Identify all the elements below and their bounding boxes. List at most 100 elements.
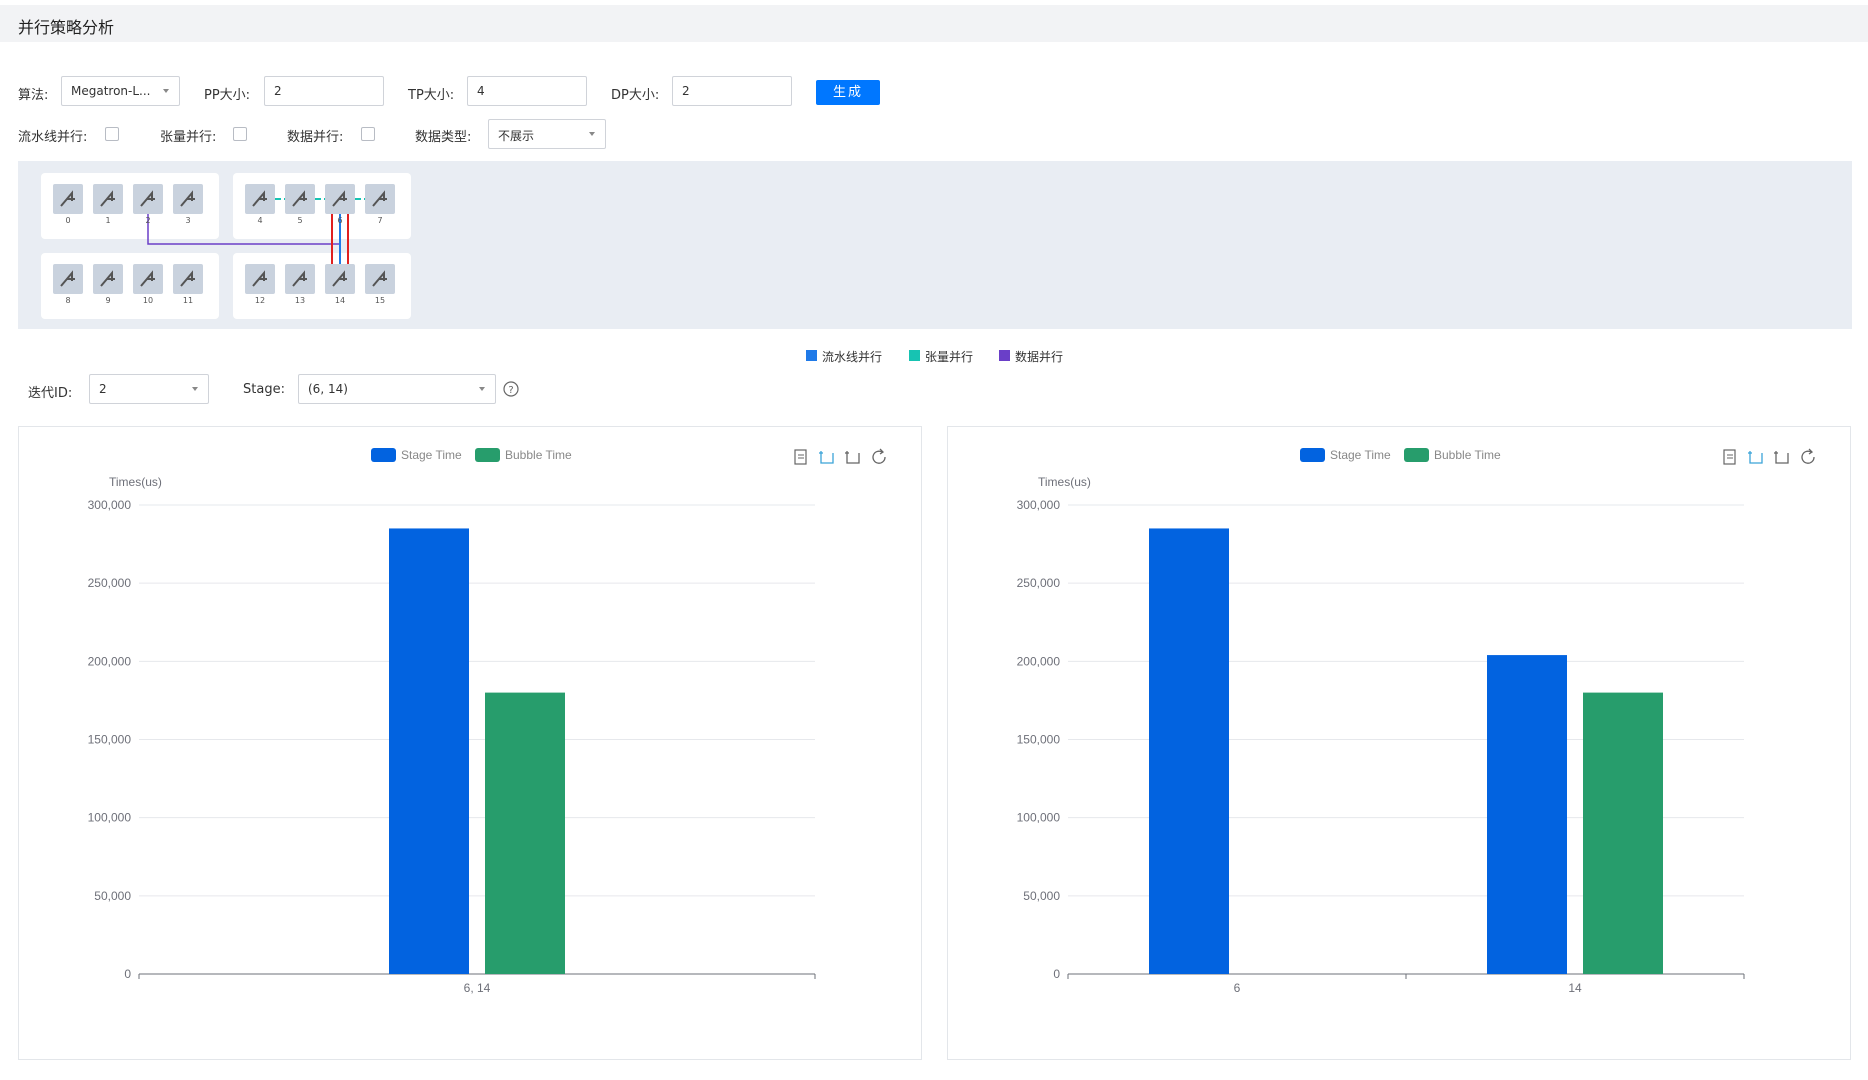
dp-size-value: 2 [682, 84, 690, 98]
device-4[interactable] [245, 184, 275, 214]
generate-button[interactable]: 生成 [816, 80, 880, 105]
tensor-parallel-label: 张量并行: [160, 130, 217, 145]
chevron-down-icon [163, 89, 169, 93]
chip-icon [140, 190, 155, 207]
algorithm-select[interactable]: Megatron-L... [61, 76, 180, 106]
chart-panel-left: 300,000 250,000 200,000 150,000 100,000 50,00… [18, 426, 922, 1060]
legend-label-tensor: 张量并行 [925, 350, 974, 364]
device-label: 0 [65, 216, 71, 225]
pp-size-input[interactable]: 2 [264, 76, 384, 106]
device-9[interactable] [93, 264, 123, 294]
data-view-icon[interactable] [1723, 449, 1736, 465]
iteration-id-select[interactable]: 2 [89, 374, 209, 404]
device-2[interactable] [133, 184, 163, 214]
chevron-down-icon [589, 132, 595, 136]
data-parallel-checkbox[interactable] [361, 127, 375, 141]
device-14[interactable] [325, 264, 355, 294]
chip-icon [100, 190, 115, 207]
y-tick-label: 200,000 [88, 654, 132, 668]
question-circle-icon[interactable]: ? [503, 381, 519, 397]
legend-label[interactable]: Bubble Time [1434, 448, 1501, 462]
device-0[interactable] [53, 184, 83, 214]
pp-size-label: PP大小: [204, 88, 251, 103]
data-type-select[interactable]: 不展示 [488, 119, 606, 149]
bar-stage-time[interactable] [1149, 528, 1229, 974]
device-15[interactable] [365, 264, 395, 294]
legend-label[interactable]: Stage Time [401, 448, 462, 462]
tensor-parallel-checkbox[interactable] [233, 127, 247, 141]
device-label: 15 [374, 296, 386, 305]
chart-panel-right: 300,000 250,000 200,000 150,000 100,000 50,00… [947, 426, 1851, 1060]
device-11[interactable] [173, 264, 203, 294]
device-label: 13 [294, 296, 306, 305]
legend-swatch[interactable] [1300, 448, 1325, 462]
legend-swatch[interactable] [1404, 448, 1429, 462]
chip-icon [60, 270, 75, 287]
data-parallel-label: 数据并行: [287, 130, 344, 145]
y-tick-label: 0 [1053, 967, 1060, 981]
dp-size-input[interactable]: 2 [672, 76, 792, 106]
refresh-icon[interactable] [872, 448, 886, 464]
device-13[interactable] [285, 264, 315, 294]
zoom-reset-icon[interactable] [1774, 451, 1789, 464]
legend-label-pipeline: 流水线并行 [822, 350, 883, 364]
chip-icon [292, 270, 307, 287]
zoom-reset-icon[interactable] [845, 451, 860, 464]
chevron-down-icon [479, 387, 485, 391]
device-7[interactable] [365, 184, 395, 214]
chip-icon [60, 190, 75, 207]
chip-icon [332, 270, 347, 287]
dp-size-label: DP大小: [611, 88, 660, 103]
y-tick-label: 250,000 [1017, 576, 1061, 590]
device-12[interactable] [245, 264, 275, 294]
bar-stage-time[interactable] [389, 528, 469, 974]
device-1[interactable] [93, 184, 123, 214]
device-8[interactable] [53, 264, 83, 294]
device-10[interactable] [133, 264, 163, 294]
pipeline-parallel-checkbox[interactable] [105, 127, 119, 141]
tp-size-value: 4 [477, 84, 485, 98]
pipeline-parallel-label: 流水线并行: [18, 130, 88, 145]
x-tick-label: 6 [1234, 981, 1241, 995]
device-label: 2 [145, 216, 151, 225]
chip-icon [332, 190, 347, 207]
legend-label[interactable]: Stage Time [1330, 448, 1391, 462]
legend-swatch[interactable] [371, 448, 396, 462]
bar-chart-right: 300,000 250,000 200,000 150,000 100,000 50,00… [1017, 448, 1815, 995]
legend-swatch[interactable] [475, 448, 500, 462]
algorithm-label: 算法: [18, 88, 49, 103]
device-3[interactable] [173, 184, 203, 214]
device-label: 8 [65, 296, 71, 305]
data-view-icon[interactable] [794, 449, 807, 465]
tp-size-label: TP大小: [408, 88, 455, 103]
y-tick-label: 300,000 [88, 498, 132, 512]
device-label: 5 [297, 216, 303, 225]
device-5[interactable] [285, 184, 315, 214]
stage-select[interactable]: (6, 14) [298, 374, 496, 404]
zoom-icon[interactable] [819, 451, 834, 464]
pp-size-value: 2 [274, 84, 282, 98]
y-tick-label: 150,000 [1017, 733, 1061, 747]
stage-value: (6, 14) [308, 382, 348, 396]
y-tick-label: 100,000 [1017, 811, 1061, 825]
device-label: 12 [254, 296, 266, 305]
iteration-id-label: 迭代ID: [28, 386, 73, 401]
y-tick-label: 150,000 [88, 733, 132, 747]
legend-label[interactable]: Bubble Time [505, 448, 572, 462]
bar-bubble-time[interactable] [1583, 692, 1663, 974]
legend-swatch-pipeline [806, 350, 817, 361]
bar-chart-left: 300,000 250,000 200,000 150,000 100,000 50,00… [88, 448, 886, 995]
page-title: 并行策略分析 [18, 18, 115, 37]
tp-size-input[interactable]: 4 [467, 76, 587, 106]
device-label: 9 [105, 296, 111, 305]
topology-panel: 0 1 2 3 4 5 6 7 8 9 10 11 12 13 14 15 [18, 161, 1852, 329]
device-6[interactable] [325, 184, 355, 214]
y-tick-label: 100,000 [88, 811, 132, 825]
refresh-icon[interactable] [1801, 448, 1815, 464]
bar-stage-time[interactable] [1487, 655, 1567, 974]
device-label: 1 [105, 216, 111, 225]
zoom-icon[interactable] [1748, 451, 1763, 464]
bar-bubble-time[interactable] [485, 692, 565, 974]
y-tick-label: 50,000 [94, 889, 131, 903]
y-tick-label: 200,000 [1017, 654, 1061, 668]
